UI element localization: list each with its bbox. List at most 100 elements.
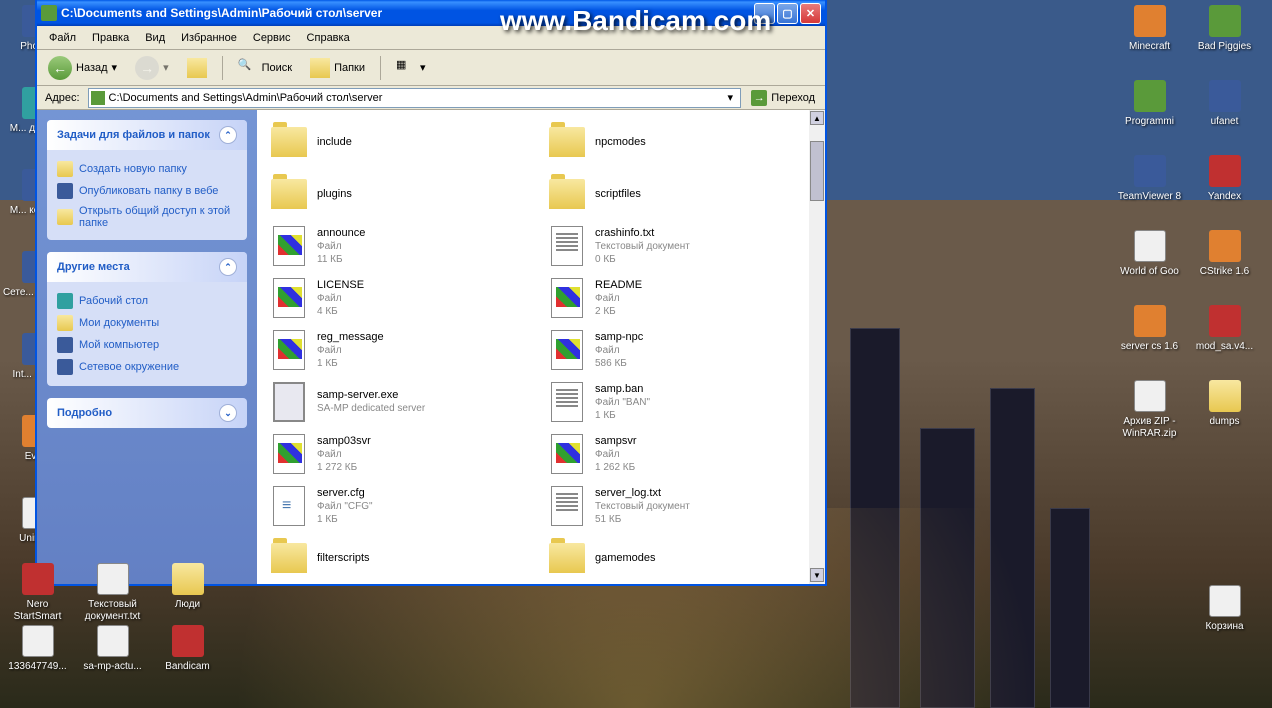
file-item[interactable]: samp-server.exeSA-MP dedicated server — [265, 378, 539, 426]
desktop-icon[interactable]: Bad Piggies — [1187, 0, 1262, 75]
publish-link[interactable]: Опубликовать папку в вебе — [57, 180, 237, 202]
icon-label: 133647749... — [8, 661, 66, 673]
desktop-icon[interactable]: CStrike 1.6 — [1187, 225, 1262, 300]
forward-button[interactable]: → ▾ — [128, 54, 176, 82]
file-item[interactable]: gamemodes — [543, 534, 817, 582]
collapse-icon: ⌃ — [219, 258, 237, 276]
file-icon — [547, 278, 587, 318]
app-icon — [1209, 80, 1241, 112]
icon-label: Yandex — [1208, 191, 1241, 203]
desktop-icon[interactable]: dumps — [1187, 375, 1262, 450]
menu-tools[interactable]: Сервис — [245, 30, 299, 46]
file-item[interactable]: npcmodes — [543, 118, 817, 166]
network-link[interactable]: Сетевое окружение — [57, 356, 237, 378]
file-icon — [547, 486, 587, 526]
file-item[interactable]: announceФайл11 КБ — [265, 222, 539, 270]
file-name: crashinfo.txt — [595, 227, 690, 240]
back-button[interactable]: ← Назад ▾ — [41, 54, 124, 82]
desktop-icon[interactable]: server cs 1.6 — [1112, 300, 1187, 375]
details-panel-header[interactable]: Подробно ⌄ — [47, 398, 247, 428]
file-name: gamemodes — [595, 552, 656, 565]
dropdown-arrow-icon: ▾ — [163, 61, 169, 74]
desktop-icon[interactable]: Корзина — [1187, 580, 1262, 655]
desktop-icon[interactable]: TeamViewer 8 — [1112, 150, 1187, 225]
scroll-up-icon[interactable]: ▲ — [810, 111, 824, 125]
folder-icon — [547, 174, 587, 214]
file-type: Файл — [317, 448, 371, 461]
folders-button[interactable]: Папки — [303, 54, 372, 82]
share-link[interactable]: Открыть общий доступ к этой папке — [57, 202, 237, 232]
up-button[interactable] — [180, 54, 214, 82]
file-item[interactable]: LICENSEФайл4 КБ — [265, 274, 539, 322]
go-button[interactable]: → Переход — [745, 90, 821, 106]
menu-favorites[interactable]: Избранное — [173, 30, 245, 46]
my-docs-link[interactable]: Мои документы — [57, 312, 237, 334]
file-item[interactable]: include — [265, 118, 539, 166]
desktop-icon[interactable]: Nero StartSmart — [0, 558, 75, 633]
app-icon — [97, 563, 129, 595]
file-list[interactable]: includenpcmodespluginsscriptfilesannounc… — [257, 110, 825, 584]
desktop-icon[interactable]: mod_sa.v4... — [1187, 300, 1262, 375]
file-item[interactable]: filterscripts — [265, 534, 539, 582]
search-icon: 🔍 — [238, 58, 258, 78]
desktop-icons-right: MinecraftBad PiggiesProgrammiufanetTeamV… — [1112, 0, 1262, 655]
desktop-icon[interactable]: Programmi — [1112, 75, 1187, 150]
address-dropdown-icon[interactable]: ▾ — [722, 91, 738, 104]
places-panel-header[interactable]: Другие места ⌃ — [47, 252, 247, 282]
content-area: Задачи для файлов и папок ⌃ Создать нову… — [37, 110, 825, 584]
desktop-link[interactable]: Рабочий стол — [57, 290, 237, 312]
file-type: Текстовый документ — [595, 240, 690, 253]
search-button[interactable]: 🔍 Поиск — [231, 54, 299, 82]
file-item[interactable]: reg_messageФайл1 КБ — [265, 326, 539, 374]
menu-edit[interactable]: Правка — [84, 30, 137, 46]
desktop-icon[interactable]: Текстовый документ.txt — [75, 558, 150, 633]
my-computer-link[interactable]: Мой компьютер — [57, 334, 237, 356]
tasks-title: Задачи для файлов и папок — [57, 129, 210, 141]
views-button[interactable]: ▦ ▾ — [389, 54, 433, 82]
app-icon — [1134, 80, 1166, 112]
desktop-icon[interactable]: ufanet — [1187, 75, 1262, 150]
scroll-down-icon[interactable]: ▼ — [810, 568, 824, 582]
address-label: Адрес: — [41, 92, 84, 104]
address-input[interactable] — [109, 92, 723, 104]
file-item[interactable]: server_log.txtТекстовый документ51 КБ — [543, 482, 817, 530]
tasks-panel-header[interactable]: Задачи для файлов и папок ⌃ — [47, 120, 247, 150]
file-item[interactable]: READMEФайл2 КБ — [543, 274, 817, 322]
file-item[interactable]: scriptfiles — [543, 170, 817, 218]
desktop-icon[interactable]: World of Goo — [1112, 225, 1187, 300]
desktop-icon[interactable]: Архив ZIP - WinRAR.zip — [1112, 375, 1187, 450]
back-label: Назад — [76, 62, 108, 74]
maximize-button[interactable]: ▢ — [777, 3, 798, 24]
file-icon — [547, 382, 587, 422]
desktop-icon[interactable]: Minecraft — [1112, 0, 1187, 75]
file-icon — [269, 486, 309, 526]
menu-file[interactable]: Файл — [41, 30, 84, 46]
address-input-wrap[interactable]: ▾ — [88, 88, 742, 108]
file-item[interactable]: samp-npcФайл586 КБ — [543, 326, 817, 374]
tasks-panel-body: Создать новую папку Опубликовать папку в… — [47, 150, 247, 240]
desktop-icon[interactable]: Yandex — [1187, 150, 1262, 225]
file-item[interactable]: samp.banФайл "BAN"1 КБ — [543, 378, 817, 426]
icon-label: Текстовый документ.txt — [78, 599, 148, 623]
menu-view[interactable]: Вид — [137, 30, 173, 46]
app-icon — [1134, 305, 1166, 337]
desktop-icon — [57, 293, 73, 309]
desktop-icon[interactable]: Люди — [150, 558, 225, 633]
file-size: 0 КБ — [595, 253, 690, 266]
new-folder-link[interactable]: Создать новую папку — [57, 158, 237, 180]
menu-help[interactable]: Справка — [299, 30, 358, 46]
file-item[interactable]: crashinfo.txtТекстовый документ0 КБ — [543, 222, 817, 270]
icon-label: CStrike 1.6 — [1200, 266, 1249, 278]
app-icon — [1134, 5, 1166, 37]
file-item[interactable]: sampsvrФайл1 262 КБ — [543, 430, 817, 478]
scroll-thumb[interactable] — [810, 141, 824, 201]
file-item[interactable]: server.cfgФайл "CFG"1 КБ — [265, 482, 539, 530]
close-button[interactable]: ✕ — [800, 3, 821, 24]
file-type: Файл "CFG" — [317, 500, 373, 513]
file-item[interactable]: samp03svrФайл1 272 КБ — [265, 430, 539, 478]
views-icon: ▦ — [396, 58, 416, 78]
scrollbar[interactable]: ▲ ▼ — [809, 110, 825, 584]
file-item[interactable]: plugins — [265, 170, 539, 218]
file-icon — [547, 226, 587, 266]
folder-icon — [269, 174, 309, 214]
